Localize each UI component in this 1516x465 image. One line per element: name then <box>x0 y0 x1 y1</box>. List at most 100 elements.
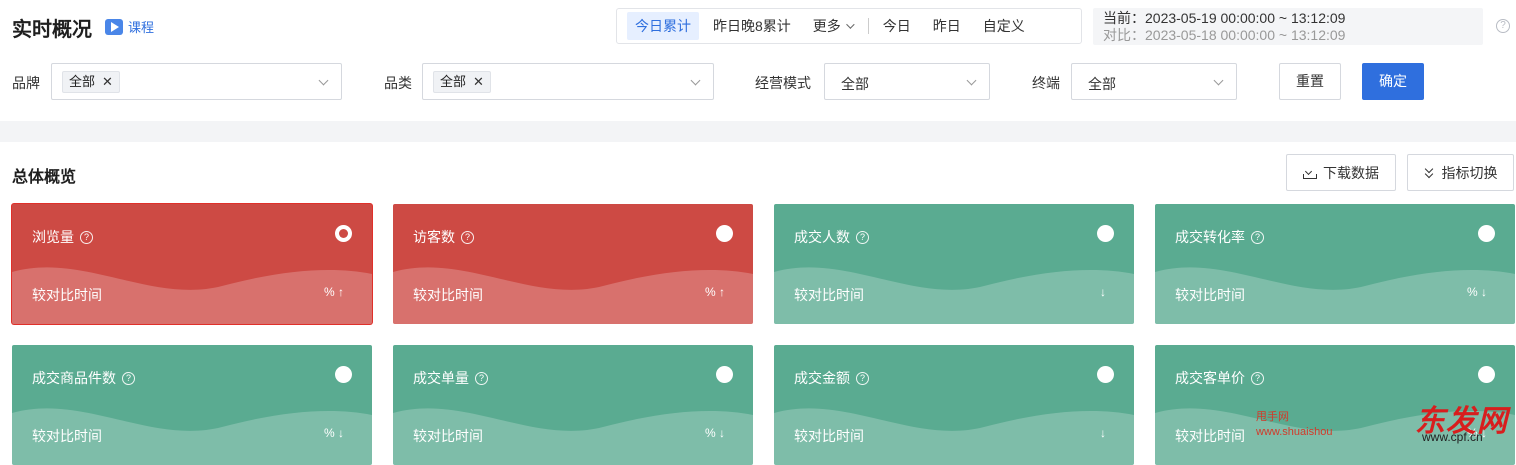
watermark-line1: 甩手网 <box>1256 411 1289 423</box>
select-radio[interactable] <box>1478 366 1495 383</box>
time-option-custom[interactable]: 自定义 <box>975 12 1033 40</box>
metric-label: 成交单量 <box>413 370 469 386</box>
date-range-display: 当前：2023-05-19 00:00:00 ~ 13:12:09 对比：202… <box>1093 8 1483 45</box>
metric-name: 成交单量? <box>413 368 488 388</box>
divider <box>867 18 869 34</box>
page-title: 实时概况 <box>12 19 92 41</box>
metric-label: 成交转化率 <box>1175 229 1245 245</box>
select-radio[interactable] <box>1478 225 1495 242</box>
help-icon[interactable]: ? <box>461 230 474 244</box>
help-icon[interactable]: ? <box>475 371 488 385</box>
metric-label: 浏览量 <box>32 229 74 245</box>
select-radio[interactable] <box>716 366 733 383</box>
category-tag-label: 全部 <box>440 74 467 89</box>
metric-name: 成交转化率? <box>1175 227 1264 247</box>
time-range-selector: 今日累计 昨日晚8累计 更多 今日 昨日 自定义 <box>616 8 1082 44</box>
close-icon[interactable]: ✕ <box>473 72 484 92</box>
brand-select[interactable]: 全部 ✕ <box>51 63 342 100</box>
select-radio[interactable] <box>335 225 352 242</box>
reset-button[interactable]: 重置 <box>1279 63 1341 100</box>
download-button[interactable]: 下载数据 <box>1286 154 1396 191</box>
brand-tag-label: 全部 <box>69 74 96 89</box>
switch-label: 指标切换 <box>1441 164 1498 181</box>
course-link[interactable]: 课程 <box>105 17 154 36</box>
chevron-down-icon <box>1213 75 1224 86</box>
chevron-down-icon <box>690 75 701 86</box>
help-icon[interactable]: ? <box>856 371 869 385</box>
metric-name: 成交人数? <box>794 227 869 247</box>
terminal-value: 全部 <box>1088 76 1116 92</box>
brand-label: 品牌 <box>12 75 40 91</box>
compare-label: 较对比时间 <box>794 287 864 303</box>
download-icon <box>1303 167 1317 179</box>
time-option-yesterday-8pm[interactable]: 昨日晚8累计 <box>705 12 799 40</box>
metric-label: 成交商品件数 <box>32 370 116 386</box>
time-option-today-cumulative[interactable]: 今日累计 <box>627 12 699 40</box>
compare-label: 较对比时间 <box>413 428 483 444</box>
wave-background <box>393 267 753 324</box>
compare-label: 较对比时间 <box>32 287 102 303</box>
close-icon[interactable]: ✕ <box>102 72 113 92</box>
compare-label: 较对比时间 <box>794 428 864 444</box>
section-divider <box>0 121 1516 142</box>
mode-select[interactable]: 全部 <box>824 63 990 100</box>
select-radio[interactable] <box>1097 366 1114 383</box>
trend-indicator: ↓ <box>1100 285 1106 299</box>
trend-indicator: % ↓ <box>704 426 725 440</box>
compare-label: 较对比时间 <box>413 287 483 303</box>
time-option-yesterday[interactable]: 昨日 <box>925 12 969 40</box>
trend-indicator: % ↑ <box>704 285 725 299</box>
brand-tag: 全部 ✕ <box>62 71 120 93</box>
wave-background <box>393 408 753 465</box>
metric-card[interactable]: 成交商品件数? 较对比时间 % ↓ <box>12 345 372 465</box>
category-label: 品类 <box>384 75 412 91</box>
metric-card[interactable]: 成交人数? 较对比时间 ↓ <box>774 204 1134 324</box>
course-label: 课程 <box>128 20 155 35</box>
confirm-button[interactable]: 确定 <box>1362 63 1424 100</box>
category-select[interactable]: 全部 ✕ <box>422 63 714 100</box>
mode-value: 全部 <box>841 76 869 92</box>
help-icon[interactable]: ? <box>80 230 93 244</box>
metric-card[interactable]: 成交金额? 较对比时间 ↓ <box>774 345 1134 465</box>
watermark: 甩手网 www.shuaishou 东发网 www.cpf.cn <box>1252 402 1516 465</box>
help-icon[interactable]: ? <box>1251 371 1264 385</box>
metric-card[interactable]: 浏览量? 较对比时间 % ↑ <box>12 204 372 324</box>
metric-card[interactable]: 成交单量? 较对比时间 % ↓ <box>393 345 753 465</box>
help-icon[interactable]: ? <box>1251 230 1264 244</box>
header: 实时概况 课程 今日累计 昨日晚8累计 更多 今日 昨日 自定义 当前：2023… <box>0 0 1516 52</box>
metric-name: 成交金额? <box>794 368 869 388</box>
chevron-down-icon <box>318 75 329 86</box>
metric-card[interactable]: 成交转化率? 较对比时间 % ↓ <box>1155 204 1515 324</box>
category-tag: 全部 ✕ <box>433 71 491 93</box>
select-radio[interactable] <box>1097 225 1114 242</box>
chevron-down-icon <box>966 75 977 86</box>
metric-name: 成交商品件数? <box>32 368 135 388</box>
select-radio[interactable] <box>335 366 352 383</box>
watermark-domain: www.cpf.cn <box>1422 430 1483 444</box>
metric-card[interactable]: 访客数? 较对比时间 % ↑ <box>393 204 753 324</box>
wave-background <box>1155 267 1515 324</box>
select-radio[interactable] <box>716 225 733 242</box>
trend-indicator: % ↑ <box>323 285 344 299</box>
download-label: 下载数据 <box>1323 164 1379 181</box>
watermark-line2: www.shuaishou <box>1256 426 1333 438</box>
time-option-more[interactable]: 更多 <box>805 12 860 40</box>
trend-indicator: ↓ <box>1100 426 1106 440</box>
metric-switch-button[interactable]: 指标切换 <box>1407 154 1514 191</box>
compare-label: 较对比时间 <box>32 428 102 444</box>
metric-label: 成交金额 <box>794 370 850 386</box>
time-option-today[interactable]: 今日 <box>875 12 919 40</box>
help-icon[interactable]: ? <box>1496 19 1510 33</box>
section-title: 总体概览 <box>12 169 77 186</box>
current-range: 当前：2023-05-19 00:00:00 ~ 13:12:09 <box>1103 10 1346 26</box>
metric-name: 浏览量? <box>32 227 93 247</box>
compare-label: 较对比时间 <box>1175 287 1245 303</box>
terminal-select[interactable]: 全部 <box>1071 63 1237 100</box>
metric-name: 访客数? <box>413 227 474 247</box>
wave-background <box>774 408 1134 465</box>
metric-label: 成交人数 <box>794 229 850 245</box>
metric-label: 访客数 <box>413 229 455 245</box>
help-icon[interactable]: ? <box>122 371 135 385</box>
help-icon[interactable]: ? <box>856 230 869 244</box>
metric-label: 成交客单价 <box>1175 370 1245 386</box>
